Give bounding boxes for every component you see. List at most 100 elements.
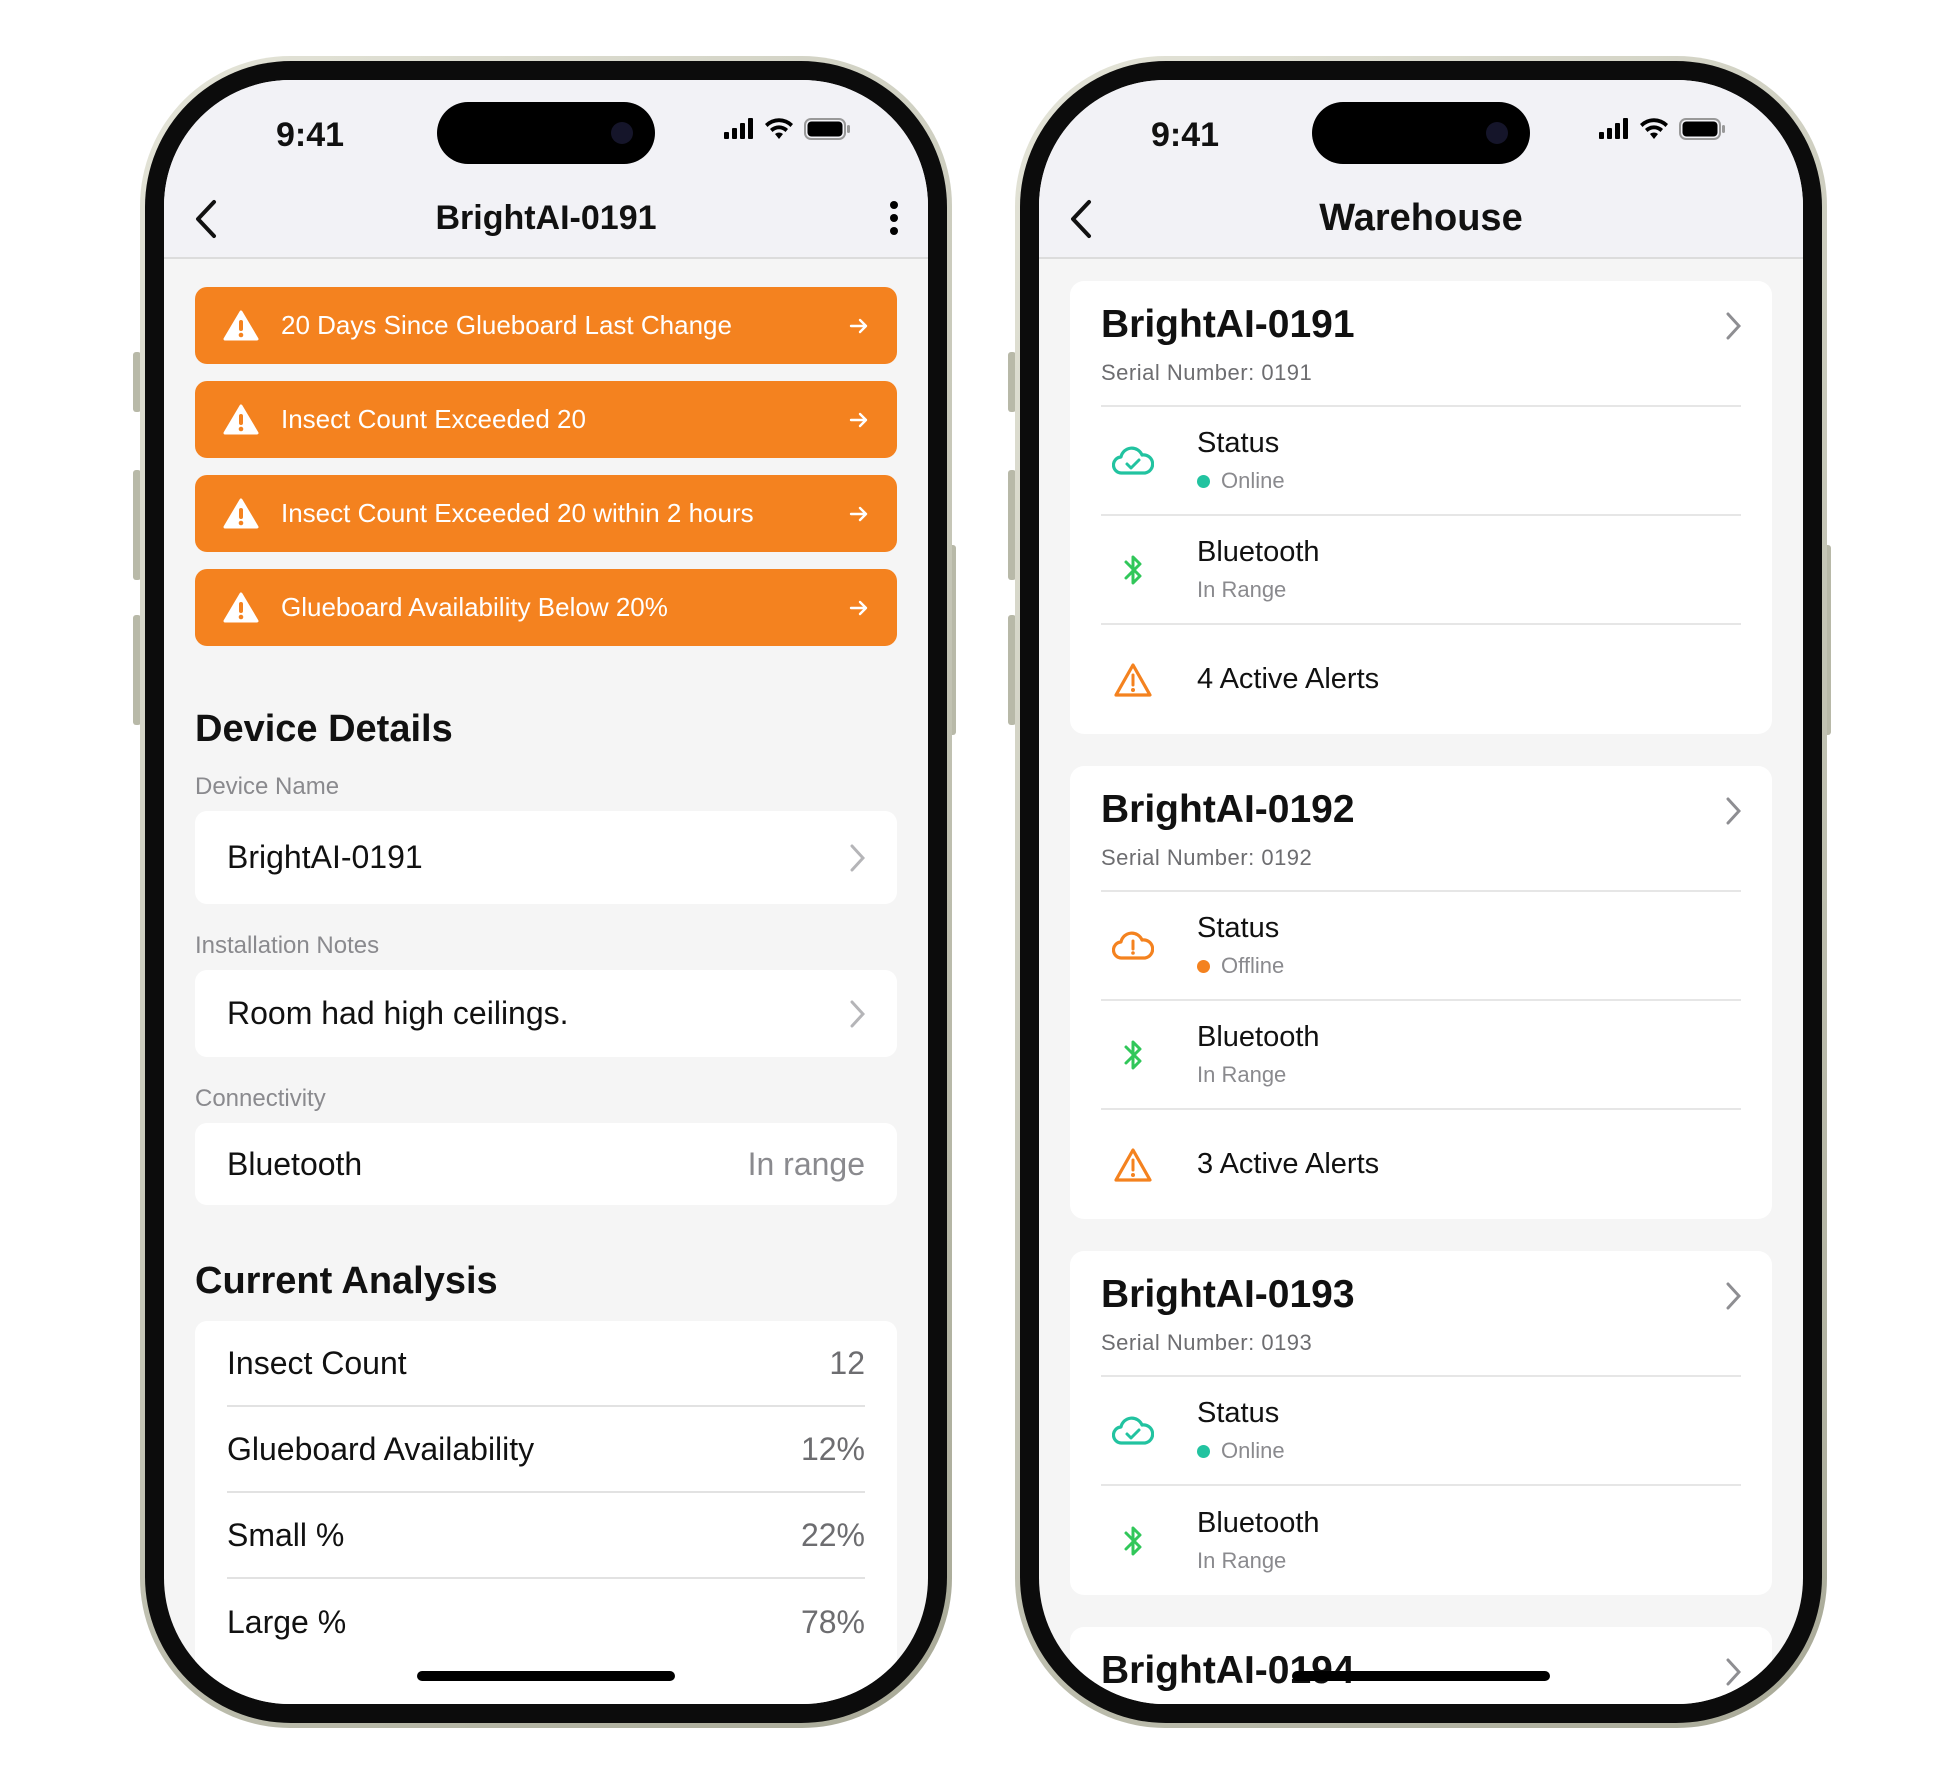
status-bar: 9:41: [1039, 80, 1803, 180]
chevron-right-icon: [1726, 797, 1741, 825]
chevron-right-icon: [1726, 1658, 1741, 1686]
warning-icon: [223, 310, 259, 340]
bluetooth-label: Bluetooth: [1197, 1021, 1320, 1053]
status-row: Status Online: [1101, 1377, 1741, 1486]
alerts-row[interactable]: 4 Active Alerts: [1101, 625, 1741, 734]
alert-text: Insect Count Exceeded 20: [281, 404, 586, 434]
status-dot: [1197, 1444, 1210, 1458]
device-card[interactable]: BrightAI-0193 Serial Number: 0193 Status On…: [1070, 1251, 1772, 1595]
device-name-value: BrightAI-0191: [227, 839, 423, 875]
arrow-right-icon: [849, 318, 868, 333]
battery-icon: [1679, 118, 1725, 140]
alerts-row[interactable]: 3 Active Alerts: [1101, 1110, 1741, 1219]
cloud-check-icon: [1112, 1416, 1154, 1445]
active-alerts-count: 3 Active Alerts: [1197, 1148, 1380, 1180]
warning-icon: [223, 592, 259, 622]
analysis-label: Insect Count: [227, 1344, 407, 1381]
analysis-value: 12: [829, 1344, 865, 1381]
back-chevron-icon[interactable]: [192, 198, 220, 240]
active-alerts-count: 4 Active Alerts: [1197, 663, 1380, 695]
alert-banner[interactable]: 20 Days Since Glueboard Last Change: [195, 287, 897, 364]
phone-device-details: 9:41 BrightAI-0191 20 Days Since Glueboa…: [140, 56, 952, 1728]
bluetooth-row: Bluetooth In Range: [1101, 1001, 1741, 1110]
status-label: Status: [1197, 1397, 1280, 1429]
alert-text: 20 Days Since Glueboard Last Change: [281, 310, 732, 340]
battery-icon: [804, 118, 850, 140]
device-name: BrightAI-0193: [1101, 1273, 1355, 1316]
device-card[interactable]: BrightAI-0194Serial Number: 0194: [1070, 1627, 1772, 1704]
status-time: 9:41: [276, 116, 345, 154]
chevron-right-icon: [1726, 312, 1741, 340]
status-dot: [1197, 959, 1210, 973]
analysis-row: Small % 22%: [227, 1493, 865, 1579]
analysis-row: Glueboard Availability 12%: [227, 1407, 865, 1493]
analysis-row: Large % 78%: [227, 1579, 865, 1665]
warning-icon: [223, 498, 259, 528]
status-label: Status: [1197, 912, 1280, 944]
bluetooth-value: In Range: [1197, 1548, 1287, 1573]
device-name-row[interactable]: BrightAI-0191: [195, 811, 897, 904]
analysis-value: 78%: [800, 1603, 865, 1640]
cloud-alert-icon: [1112, 931, 1154, 960]
dynamic-island: [437, 102, 655, 164]
bluetooth-value: In Range: [1197, 1062, 1287, 1087]
nav-bar: BrightAI-0191: [164, 180, 928, 259]
device-name: BrightAI-0191: [1101, 303, 1355, 346]
device-name: BrightAI-0192: [1101, 788, 1355, 831]
alert-text: Insect Count Exceeded 20 within 2 hours: [281, 498, 754, 528]
warning-outline-icon: [1114, 1147, 1152, 1182]
signal-icon: [1599, 118, 1628, 139]
connectivity-label: Connectivity: [195, 1085, 326, 1112]
bluetooth-label: Bluetooth: [1197, 1507, 1320, 1539]
nav-bar: Warehouse: [1039, 180, 1803, 259]
bluetooth-row: Bluetooth In Range: [1101, 1486, 1741, 1595]
analysis-label: Large %: [227, 1603, 347, 1640]
device-name-label: Device Name: [195, 773, 340, 800]
analysis-label: Glueboard Availability: [227, 1430, 535, 1467]
installation-notes-label: Installation Notes: [195, 932, 380, 959]
device-card[interactable]: BrightAI-0192 Serial Number: 0192 Status Of…: [1070, 766, 1772, 1219]
bluetooth-label: Bluetooth: [1197, 536, 1320, 568]
alert-banner[interactable]: Insect Count Exceeded 20 within 2 hours: [195, 475, 897, 552]
alert-banner[interactable]: Glueboard Availability Below 20%: [195, 569, 897, 646]
analysis-value: 22%: [800, 1516, 865, 1553]
chevron-right-icon: [850, 844, 865, 871]
back-chevron-icon[interactable]: [1067, 198, 1095, 240]
connectivity-row: Bluetooth In range: [195, 1123, 897, 1205]
connectivity-value: In range: [747, 1145, 865, 1182]
analysis-label: Small %: [227, 1516, 345, 1553]
page-title: BrightAI-0191: [435, 199, 657, 237]
alert-text: Glueboard Availability Below 20%: [281, 592, 668, 622]
status-label: Status: [1197, 427, 1280, 459]
status-value: Online: [1221, 1438, 1285, 1463]
serial-number: Serial Number: 0191: [1101, 360, 1313, 385]
alert-banner[interactable]: Insect Count Exceeded 20: [195, 381, 897, 458]
phone-warehouse: 9:41 Warehouse BrightAI-0191 Serial Numbe…: [1015, 56, 1827, 1728]
bluetooth-icon: [1124, 1526, 1142, 1555]
installation-notes-value: Room had high ceilings.: [227, 995, 569, 1031]
status-value: Online: [1221, 468, 1285, 493]
status-time: 9:41: [1151, 116, 1220, 154]
device-details-heading: Device Details: [195, 708, 453, 750]
dynamic-island: [1312, 102, 1530, 164]
chevron-right-icon: [850, 1000, 865, 1027]
connectivity-name: Bluetooth: [227, 1145, 363, 1182]
arrow-right-icon: [849, 506, 868, 521]
installation-notes-row[interactable]: Room had high ceilings.: [195, 970, 897, 1057]
home-indicator[interactable]: [417, 1671, 675, 1681]
status-row: Status Offline: [1101, 892, 1741, 1001]
chevron-right-icon: [1726, 1282, 1741, 1310]
bluetooth-value: In Range: [1197, 577, 1287, 602]
more-vertical-icon[interactable]: [888, 200, 900, 236]
home-indicator[interactable]: [1292, 1671, 1550, 1681]
device-card[interactable]: BrightAI-0191 Serial Number: 0191 Status On…: [1070, 281, 1772, 734]
analysis-table: Insect Count 12 Glueboard Availability 12% S…: [195, 1321, 897, 1704]
warning-icon: [223, 404, 259, 434]
status-value: Offline: [1221, 953, 1285, 978]
cloud-check-icon: [1112, 446, 1154, 475]
signal-icon: [724, 118, 753, 139]
bluetooth-icon: [1124, 1040, 1142, 1069]
serial-number: Serial Number: 0193: [1101, 1330, 1313, 1355]
current-analysis-heading: Current Analysis: [195, 1260, 498, 1302]
status-dot: [1197, 474, 1210, 488]
